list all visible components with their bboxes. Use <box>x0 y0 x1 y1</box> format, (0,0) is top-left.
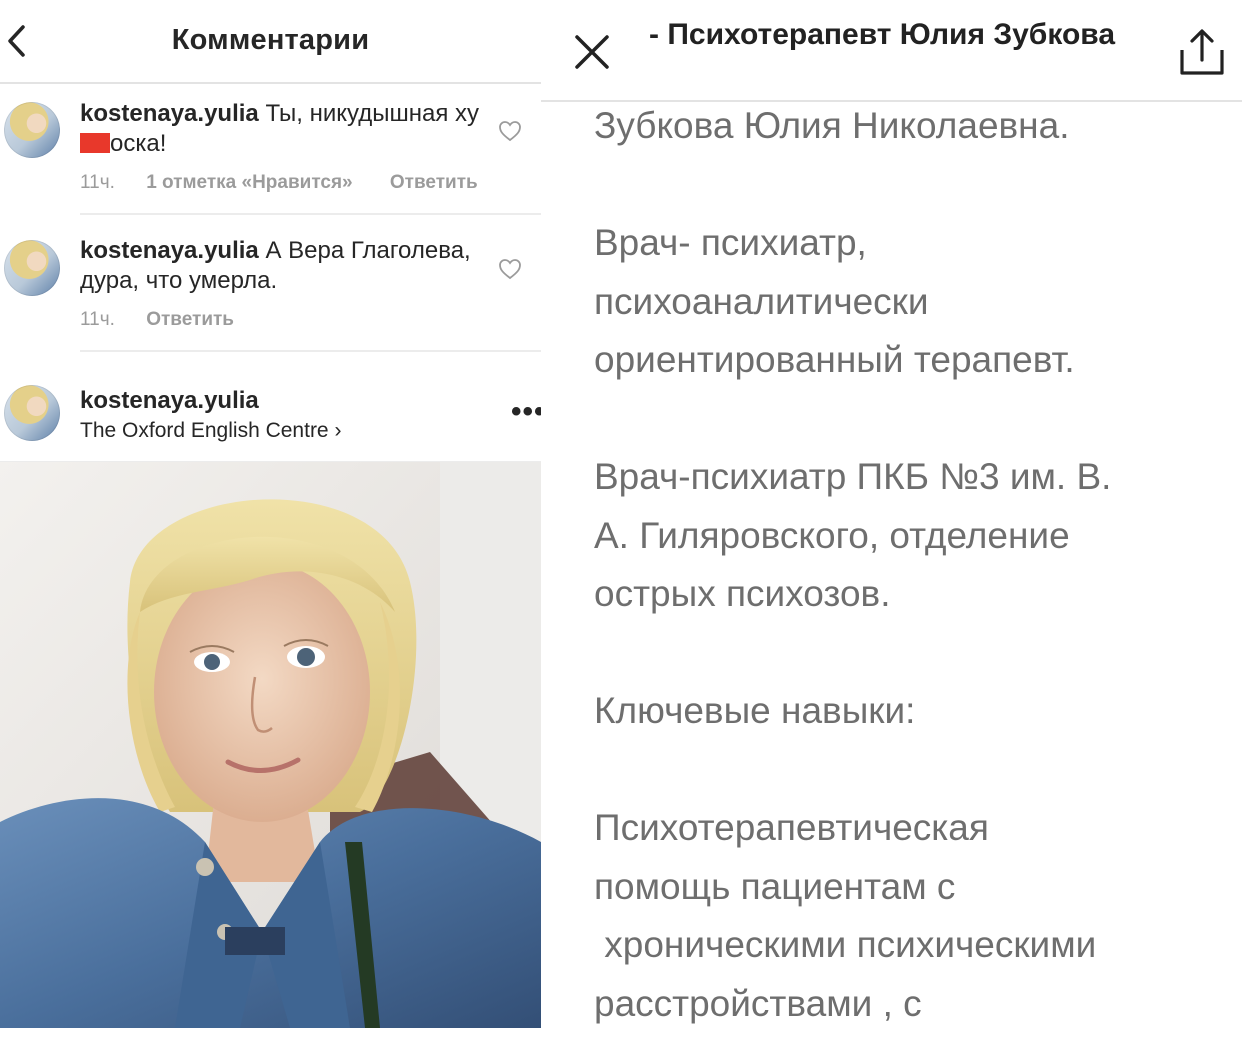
profile-line: Психотерапевтическая <box>594 807 989 848</box>
comment-username[interactable]: kostenaya.yulia <box>80 100 259 127</box>
profile-name: Зубкова Юлия Николаевна. <box>594 105 1070 146</box>
reply-link[interactable]: Ответить <box>390 172 478 193</box>
selfie-image <box>0 462 541 1028</box>
divider <box>80 350 541 352</box>
share-icon[interactable] <box>1179 28 1225 76</box>
profile-panel: - Психотерапевт Юлия Зубкова Зубкова Юли… <box>541 0 1242 1045</box>
comment-meta: 11ч. 1 отметка «Нравится» Ответить <box>80 172 504 194</box>
profile-line: помощь пациентам с <box>594 865 956 907</box>
profile-line: острых психозов. <box>594 573 891 614</box>
profile-title: - Психотерапевт Юлия Зубкова <box>649 18 1116 51</box>
profile-line: Врач-психиатр ПКБ №3 им. В. <box>594 456 1112 497</box>
post-photo[interactable] <box>0 462 541 1028</box>
comment-time: 11ч. <box>80 172 115 193</box>
comment-username[interactable]: kostenaya.yulia <box>80 237 259 264</box>
profile-line: расстройствами , с <box>594 982 922 1024</box>
avatar[interactable] <box>4 385 60 441</box>
divider <box>80 213 541 215</box>
post-username[interactable]: kostenaya.yulia <box>80 387 259 415</box>
reply-link[interactable]: Ответить <box>146 309 234 330</box>
post-header: kostenaya.yulia The Oxford English Centr… <box>0 365 541 463</box>
comment-text: kostenaya.yulia А Вера Глаголева, дура, … <box>80 237 471 294</box>
comment-likes[interactable]: 1 отметка «Нравится» <box>146 172 352 193</box>
close-icon[interactable] <box>574 34 610 70</box>
more-options-icon[interactable]: ••• <box>511 397 541 427</box>
heart-icon[interactable] <box>498 120 522 142</box>
censor-bar <box>80 133 110 153</box>
profile-line: психоаналитически <box>594 280 929 322</box>
avatar[interactable] <box>4 240 60 296</box>
comments-panel: Комментарии kostenaya.yulia Ты, никудышн… <box>0 0 541 1045</box>
profile-line: А. Гиляровского, отделение <box>594 514 1070 556</box>
profile-line: хроническими психическими <box>594 924 1097 965</box>
profile-header: - Психотерапевт Юлия Зубкова <box>541 0 1242 102</box>
post-location[interactable]: The Oxford English Centre › <box>80 419 341 443</box>
skills-heading: Ключевые навыки: <box>594 690 916 731</box>
comment-text: kostenaya.yulia Ты, никудышная хуоска! <box>80 100 480 157</box>
heart-icon[interactable] <box>498 258 522 280</box>
comment-time: 11ч. <box>80 309 115 330</box>
profile-line: Врач- психиатр, <box>594 222 867 263</box>
avatar[interactable] <box>4 102 60 158</box>
profile-line: ориентированный терапевт. <box>594 339 1075 380</box>
comment-meta: 11ч. Ответить <box>80 309 260 331</box>
comments-header: Комментарии <box>0 0 541 84</box>
comments-title: Комментарии <box>171 24 370 56</box>
profile-body: Зубкова Юлия Николаевна. Врач- психиатр,… <box>594 97 1214 1033</box>
